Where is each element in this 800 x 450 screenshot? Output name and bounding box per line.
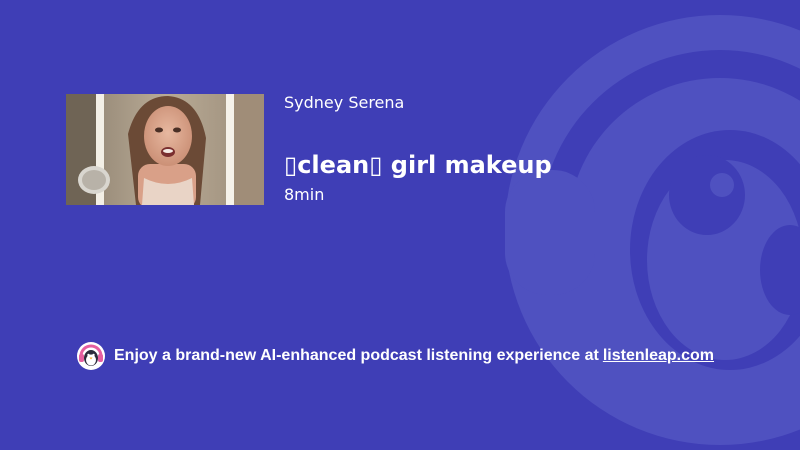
episode-thumbnail[interactable] xyxy=(66,94,264,205)
episode-title: ▯clean▯ girl makeup xyxy=(284,151,552,179)
listenleap-link[interactable]: listenleap.com xyxy=(603,346,714,366)
promo-banner: Enjoy a brand-new AI-enhanced podcast li… xyxy=(76,341,714,371)
penguin-headphones-icon xyxy=(77,342,105,370)
promo-text: Enjoy a brand-new AI-enhanced podcast li… xyxy=(114,347,599,364)
episode-duration: 8min xyxy=(284,185,325,204)
mascot-watermark xyxy=(505,15,800,445)
channel-name: Sydney Serena xyxy=(284,93,405,112)
